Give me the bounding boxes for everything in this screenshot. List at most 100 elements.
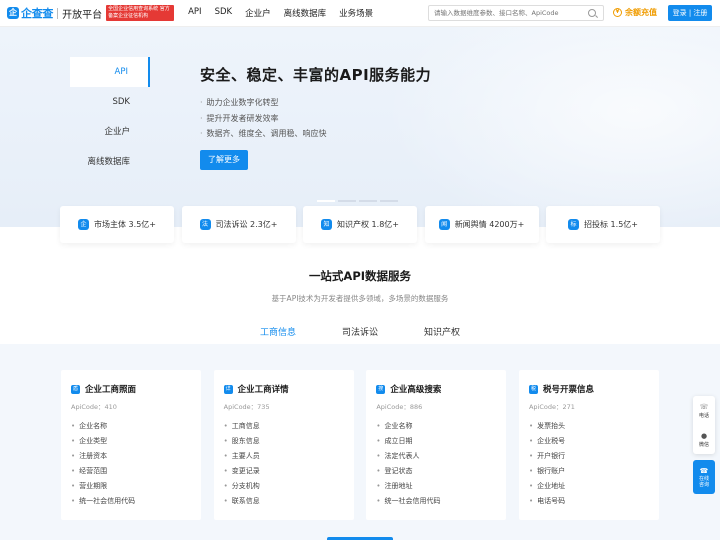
nav-item-enterprise[interactable]: 企业户 [245, 7, 271, 19]
list-item: 主要人员 [224, 449, 344, 464]
card-header: 税 税号开票信息 [528, 383, 649, 395]
list-item: 统一社会信用代码 [71, 494, 191, 509]
card-header: 详 企业工商详情 [223, 383, 344, 395]
card-apicode: ApiCode：735 [223, 403, 270, 411]
stat-label: 知识产权 1.8亿+ [337, 220, 399, 229]
hero-bullet: 提升开发者研发效率 [200, 111, 327, 127]
card-apicode: ApiCode：886 [376, 403, 423, 411]
list-item: 企业类型 [71, 434, 191, 449]
hero-sidebar-item-offline-db[interactable]: 离线数据库 [70, 147, 150, 177]
judicial-icon: 法 [199, 219, 211, 230]
api-card[interactable]: 详 企业工商详情 ApiCode：735 工商信息 股东信息 主要人员 变更记录… [213, 370, 354, 520]
phone-label: 电话 [698, 412, 709, 419]
learn-more-button[interactable]: 了解更多 [200, 150, 248, 170]
online-consult-button[interactable]: ☎ 在线咨询 [693, 460, 715, 494]
balance-recharge[interactable]: ¥ 余额充值 [613, 7, 657, 18]
list-item: 联系信息 [224, 494, 344, 509]
list-item: 注册资本 [71, 449, 191, 464]
hero-decoration [340, 27, 720, 227]
wechat-icon: ● [700, 431, 708, 440]
scan-icon: 详 [223, 384, 233, 394]
bidding-icon: 标 [568, 219, 580, 230]
stat-card: 企 市场主体 3.5亿+ [60, 206, 174, 243]
card-title[interactable]: 企业工商详情 [238, 383, 289, 395]
coin-icon: ¥ [613, 8, 622, 17]
hero-bullets: 助力企业数字化转型 提升开发者研发效率 数据齐、维度全、调用稳、响应快 [200, 95, 327, 142]
logo[interactable]: 企 企查查 开放平台 [7, 5, 102, 21]
api-card[interactable]: 盾 企业工商照面 ApiCode：410 企业名称 企业类型 注册资本 经营范围… [61, 370, 201, 520]
hero-sidebar-item-sdk[interactable]: SDK [70, 87, 150, 117]
list-item: 统一社会信用代码 [376, 494, 496, 509]
balance-label: 余额充值 [625, 8, 657, 17]
list-item: 企业地址 [529, 479, 649, 494]
list-item: 股东信息 [224, 434, 344, 449]
search-input[interactable] [429, 6, 584, 20]
stat-card: 标 招投标 1.5亿+ [546, 206, 660, 243]
card-title[interactable]: 企业工商照面 [85, 383, 136, 395]
stat-label: 招投标 1.5亿+ [584, 220, 638, 229]
search-icon[interactable] [588, 9, 596, 17]
list-item: 发票抬头 [529, 419, 649, 434]
list-item: 电话号码 [529, 494, 649, 509]
logo-mark: 企 [7, 7, 19, 19]
top-header: 企 企查查 开放平台 全国企业信用查询系统 官方备案企业征信机构 API SDK… [0, 0, 720, 27]
stat-label: 司法诉讼 2.3亿+ [215, 220, 278, 229]
list-item: 银行账户 [529, 464, 649, 479]
list-item: 企业税号 [529, 434, 649, 449]
carousel-dot[interactable] [380, 200, 398, 202]
hero-sidebar-item-enterprise[interactable]: 企业户 [70, 117, 150, 147]
card-field-list: 发票抬头 企业税号 开户银行 银行账户 企业地址 电话号码 [529, 419, 649, 509]
headset-icon: ☎ [699, 466, 709, 475]
api-card[interactable]: 税 税号开票信息 ApiCode：271 发票抬头 企业税号 开户银行 银行账户… [518, 370, 659, 520]
login-register-button[interactable]: 登录 | 注册 [668, 5, 712, 21]
wechat-label: 微信 [698, 441, 709, 448]
card-field-list: 企业名称 企业类型 注册资本 经营范围 营业期限 统一社会信用代码 [71, 419, 191, 509]
card-field-list: 工商信息 股东信息 主要人员 变更记录 分支机构 联系信息 [224, 419, 344, 509]
carousel-dot[interactable] [338, 200, 356, 202]
hero-bullet: 助力企业数字化转型 [200, 95, 327, 111]
list-item: 变更记录 [224, 464, 344, 479]
phone-contact[interactable]: ☏ 电话 [693, 396, 715, 425]
contact-float: ☏ 电话 ● 微信 [693, 396, 715, 454]
nav-item-offline-db[interactable]: 离线数据库 [284, 7, 327, 19]
carousel-dot[interactable] [317, 200, 335, 202]
list-item: 注册地址 [376, 479, 496, 494]
logo-divider [57, 7, 59, 19]
api-cards: 盾 企业工商照面 ApiCode：410 企业名称 企业类型 注册资本 经营范围… [61, 370, 659, 520]
nav-item-scenarios[interactable]: 业务场景 [339, 7, 373, 19]
card-apicode: ApiCode：410 [71, 403, 117, 411]
carousel-dot[interactable] [359, 200, 377, 202]
section-title: 一站式API数据服务 [308, 269, 412, 283]
hero-banner: API SDK 企业户 离线数据库 安全、稳定、丰富的API服务能力 助力企业数… [0, 27, 720, 227]
carousel-dots [317, 200, 401, 202]
nav-item-api[interactable]: API [188, 7, 201, 19]
news-icon: 闻 [438, 219, 450, 230]
hero-bullet: 数据齐、维度全、调用稳、响应快 [200, 126, 327, 142]
wechat-contact[interactable]: ● 微信 [693, 425, 715, 454]
intellectual-property-icon: 知 [321, 219, 333, 230]
hero-sidebar-item-api[interactable]: API [70, 57, 150, 87]
search-list-icon: 搜 [376, 384, 386, 394]
api-card[interactable]: 搜 企业高级搜索 ApiCode：886 企业名称 成立日期 法定代表人 登记状… [366, 370, 507, 520]
card-field-list: 企业名称 成立日期 法定代表人 登记状态 注册地址 统一社会信用代码 [376, 419, 496, 509]
list-item: 企业名称 [376, 419, 496, 434]
main-nav: API SDK 企业户 离线数据库 业务场景 [188, 7, 386, 19]
card-title[interactable]: 企业高级搜索 [390, 383, 441, 395]
nav-item-sdk[interactable]: SDK [215, 7, 233, 19]
card-header: 搜 企业高级搜索 [376, 383, 496, 395]
shield-icon: 盾 [71, 384, 80, 394]
list-item: 成立日期 [376, 434, 496, 449]
list-item: 登记状态 [376, 464, 496, 479]
section-subtitle: 基于API技术为开发者提供多领域，多场景的数据服务 [271, 294, 449, 303]
card-header: 盾 企业工商照面 [71, 383, 191, 395]
list-item: 分支机构 [224, 479, 344, 494]
stat-card: 闻 新闻舆情 4200万+ [424, 206, 539, 243]
stats-row: 企 市场主体 3.5亿+ 法 司法诉讼 2.3亿+ 知 知识产权 1.8亿+ 闻… [60, 206, 660, 243]
stat-card: 法 司法诉讼 2.3亿+ [181, 206, 296, 243]
hero-title: 安全、稳定、丰富的API服务能力 [200, 66, 432, 84]
stat-label: 新闻舆情 4200万+ [454, 220, 525, 229]
stat-label: 市场主体 3.5亿+ [94, 220, 156, 229]
market-entity-icon: 企 [78, 219, 90, 230]
card-title[interactable]: 税号开票信息 [543, 383, 594, 395]
list-item: 开户银行 [529, 449, 649, 464]
